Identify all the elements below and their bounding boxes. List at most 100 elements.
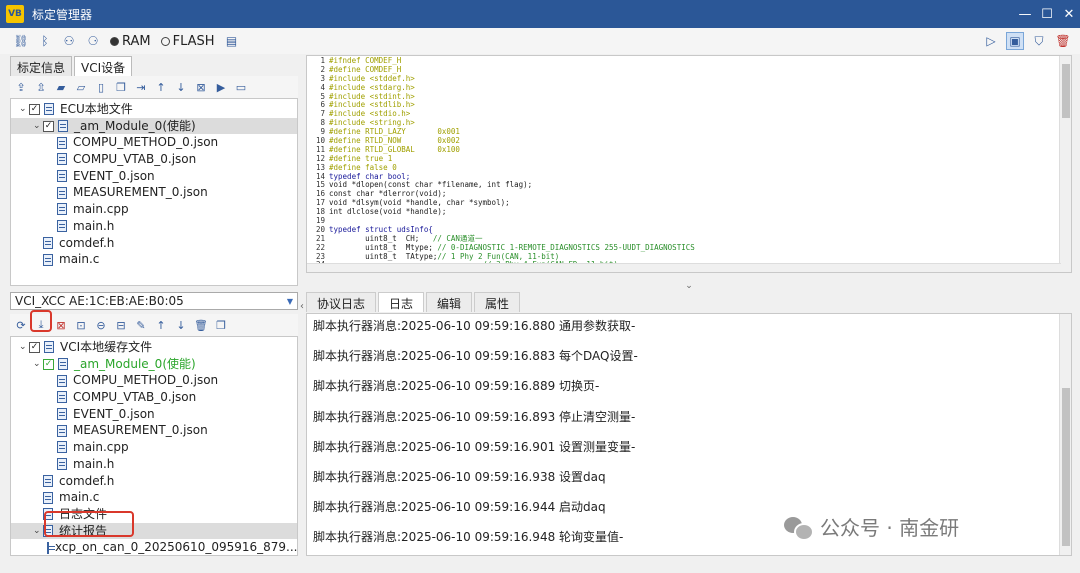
panel-toggle-icon[interactable]: ▷ xyxy=(982,32,1000,50)
bluetooth-icon[interactable]: ᛒ xyxy=(38,34,52,48)
copy-file-icon[interactable]: ❐ xyxy=(114,80,128,94)
tree-row[interactable]: main.cpp xyxy=(11,201,297,218)
ecu-file-tree: ⌄ ✓ ECU本地文件 ⌄ ✓ _am_Module_0(使能) COMPU_METHOD_… xyxy=(10,98,298,286)
tree-row[interactable]: main.h xyxy=(11,456,297,473)
cache-move-up-icon[interactable]: ↑ xyxy=(154,318,168,332)
log-scroll-thumb[interactable] xyxy=(1062,388,1070,546)
tree-row[interactable]: EVENT_0.json xyxy=(11,406,297,423)
move-up-icon[interactable]: ↑ xyxy=(154,80,168,94)
export-icon[interactable]: ⇥ xyxy=(134,80,148,94)
document-icon[interactable]: ▤ xyxy=(225,34,239,48)
tree-row-label: COMPU_METHOD_0.json xyxy=(73,135,219,150)
tab-calibration-info[interactable]: 标定信息 xyxy=(10,56,73,76)
run-icon[interactable]: ▶ xyxy=(214,80,228,94)
tab-vci-device[interactable]: VCI设备 xyxy=(74,56,133,76)
new-file-icon[interactable]: ▯ xyxy=(94,80,108,94)
code-scroll-thumb[interactable] xyxy=(1062,64,1070,118)
line-number: 3 xyxy=(320,73,325,83)
disconnect-device-icon[interactable]: ⚆ xyxy=(86,34,100,48)
link-icon[interactable]: ⛓ xyxy=(13,34,28,48)
file-icon xyxy=(57,136,67,149)
checkbox[interactable]: ✓ xyxy=(43,358,54,370)
horizontal-splitter[interactable]: ⌄ xyxy=(306,282,1072,291)
move-down-icon[interactable]: ↓ xyxy=(174,80,188,94)
remove-icon[interactable]: ⊠ xyxy=(194,80,208,94)
code-vertical-scrollbar[interactable] xyxy=(1059,56,1071,272)
tab-properties[interactable]: 属性 xyxy=(474,292,521,312)
flash-radio[interactable]: FLASH xyxy=(160,34,215,49)
device-select-value: VCI_XCC AE:1C:EB:AE:B0:05 xyxy=(15,294,184,308)
connect-device-icon[interactable]: ⚇ xyxy=(62,34,76,48)
tree-row[interactable]: ⌄ ✓ VCI本地缓存文件 xyxy=(11,339,297,356)
tree-row[interactable]: COMPU_VTAB_0.json xyxy=(11,151,297,168)
chevron-down-icon[interactable]: ⌄ xyxy=(19,339,29,356)
log-line: 脚本执行器消息:2025-06-10 09:59:16.893 停止清空测量- xyxy=(313,409,636,424)
device-select[interactable]: VCI_XCC AE:1C:EB:AE:B0:05 ▼ xyxy=(10,292,298,310)
tree-row[interactable]: comdef.h xyxy=(11,473,297,490)
upload-all-icon[interactable]: ⇫ xyxy=(34,80,48,94)
view-icon[interactable]: ⊡ xyxy=(74,318,88,332)
vertical-splitter[interactable]: ‹ xyxy=(298,56,306,556)
tree-row-label: main.h xyxy=(73,218,115,233)
tree-row[interactable]: MEASUREMENT_0.json xyxy=(11,184,297,201)
tree-row[interactable]: ⌄ ✓ _am_Module_0(使能) xyxy=(11,356,297,373)
tab-edit[interactable]: 编辑 xyxy=(426,292,473,312)
trash-icon[interactable]: 🗑 xyxy=(194,318,208,332)
compare-icon[interactable]: ⊟ xyxy=(114,318,128,332)
delete-file-icon[interactable]: ⊖ xyxy=(94,318,108,332)
tree-row[interactable]: COMPU_VTAB_0.json xyxy=(11,389,297,406)
tree-row-label: main.cpp xyxy=(73,440,129,455)
file-icon xyxy=(57,391,67,404)
bookmark-icon[interactable]: ⛉ xyxy=(1030,32,1048,50)
chevron-down-icon[interactable]: ⌄ xyxy=(19,101,29,118)
tree-row[interactable]: comdef.h xyxy=(11,235,297,252)
tree-row[interactable]: main.c xyxy=(11,489,297,506)
upload-icon[interactable]: ⇪ xyxy=(14,80,28,94)
tree-row[interactable]: COMPU_METHOD_0.json xyxy=(11,372,297,389)
tree-row[interactable]: xcp_on_can_0_20250610_095916_879.... xyxy=(11,539,297,555)
code-editor[interactable]: 1 #ifndef COMDEF_H 2 #define COMDEF_H 3 #incl… xyxy=(306,55,1072,273)
code-line: 5 #include <stdint.h> xyxy=(307,92,1071,102)
code-horizontal-scrollbar[interactable] xyxy=(307,263,1061,272)
chevron-down-icon[interactable]: ⌄ xyxy=(33,118,43,135)
tab-log[interactable]: 日志 xyxy=(378,292,425,312)
minimize-button[interactable]: — xyxy=(1014,0,1036,28)
refresh-icon[interactable]: ⟳ xyxy=(14,318,28,332)
chevron-down-icon[interactable]: ⌄ xyxy=(33,523,43,540)
tree-row[interactable]: COMPU_METHOD_0.json xyxy=(11,134,297,151)
file-icon xyxy=(57,220,67,233)
tree-row[interactable]: ⌄ ✓ _am_Module_0(使能) xyxy=(11,117,297,135)
tree-row[interactable]: MEASUREMENT_0.json xyxy=(11,422,297,439)
chevron-down-icon[interactable]: ⌄ xyxy=(33,356,43,373)
log-line: 脚本执行器消息:2025-06-10 09:59:16.889 切换页- xyxy=(313,379,600,394)
code-line: 7 #include <stdio.h> xyxy=(307,109,1071,119)
file-icon xyxy=(57,203,67,216)
checkbox[interactable]: ✓ xyxy=(29,341,40,353)
code-line: 12 #define true 1 xyxy=(307,154,1071,164)
code-line: 4 #include <stdarg.h> xyxy=(307,83,1071,93)
delete-icon[interactable]: 🗑 xyxy=(1054,32,1072,50)
copy-icon[interactable]: ❐ xyxy=(214,318,228,332)
edit-icon[interactable]: ✎ xyxy=(134,318,148,332)
checkbox[interactable]: ✓ xyxy=(29,103,40,115)
tab-protocol-log[interactable]: 协议日志 xyxy=(306,292,377,312)
tree-row[interactable]: main.c xyxy=(11,251,297,268)
title-bar: VB 标定管理器 — ☐ ✕ xyxy=(0,0,1080,28)
open-folder-icon[interactable]: ▰ xyxy=(54,80,68,94)
layout-icon[interactable]: ▣ xyxy=(1006,32,1024,50)
tree-row[interactable]: ⌄ ✓ ECU本地文件 xyxy=(11,101,297,118)
cache-move-down-icon[interactable]: ↓ xyxy=(174,318,188,332)
tree-row[interactable]: main.h xyxy=(11,218,297,235)
close-button[interactable]: ✕ xyxy=(1058,0,1080,28)
tree-row[interactable]: main.cpp xyxy=(11,439,297,456)
clear-icon[interactable]: ⊠ xyxy=(54,318,68,332)
checkbox[interactable]: ✓ xyxy=(43,120,54,132)
log-vertical-scrollbar[interactable] xyxy=(1059,314,1071,555)
maximize-button[interactable]: ☐ xyxy=(1036,0,1058,28)
folder-icon[interactable]: ▱ xyxy=(74,80,88,94)
tree-row-label: comdef.h xyxy=(59,473,115,488)
ram-radio[interactable]: RAM xyxy=(110,34,151,49)
window-icon[interactable]: ▭ xyxy=(234,80,248,94)
tree-row-label: MEASUREMENT_0.json xyxy=(73,423,208,438)
tree-row[interactable]: EVENT_0.json xyxy=(11,168,297,185)
